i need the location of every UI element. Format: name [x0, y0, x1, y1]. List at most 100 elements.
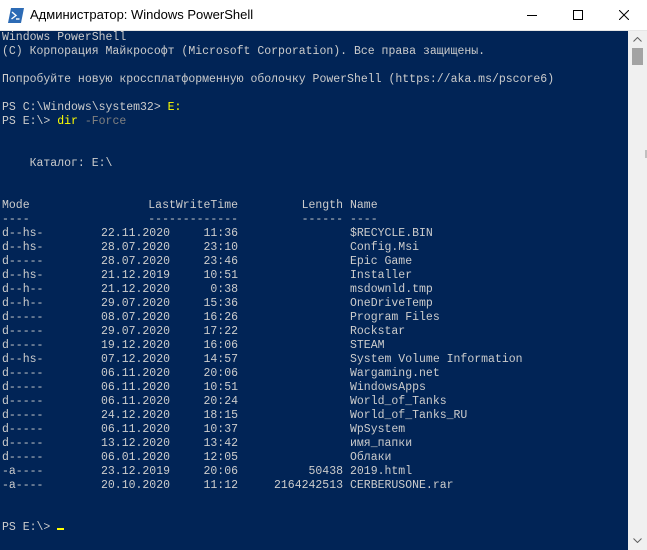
entry-time: 14:57 [203, 353, 238, 366]
separator-length: ------ [301, 213, 343, 226]
entry-date: 13.12.2020 [100, 437, 170, 450]
scroll-down-button[interactable] [628, 533, 647, 550]
directory-label: Каталог: E:\ [2, 157, 113, 170]
vertical-scrollbar[interactable] [628, 31, 647, 550]
entry-time: 23:46 [203, 255, 238, 268]
command-argument: -Force [77, 115, 127, 128]
entry-length [238, 255, 343, 269]
minimize-button[interactable] [509, 0, 555, 30]
entry-time: 20:06 [203, 367, 238, 380]
entry-length: 50438 [308, 465, 343, 478]
entry-mode: d----- [2, 451, 44, 464]
entry-length [238, 437, 343, 451]
entry-date: 29.07.2020 [100, 325, 170, 338]
maximize-button[interactable] [555, 0, 601, 30]
prompt: PS E:\> [2, 115, 58, 128]
scroll-thumb[interactable] [632, 48, 643, 65]
entry-time: 12:05 [203, 451, 238, 464]
entry-date: 06.11.2020 [100, 423, 170, 436]
powershell-icon [8, 8, 24, 23]
entry-name: STEAM [350, 339, 385, 352]
text-cursor [57, 528, 65, 530]
command-text: dir [57, 115, 78, 128]
close-icon [619, 10, 629, 20]
entry-mode: d----- [2, 381, 44, 394]
entry-mode: d--hs- [2, 241, 44, 254]
entry-mode: d--hs- [2, 227, 44, 240]
powershell-window: Администратор: Windows PowerShell Window… [0, 0, 647, 550]
entry-date: 21.12.2019 [100, 269, 170, 282]
entry-length [238, 311, 343, 325]
scroll-up-button[interactable] [628, 31, 647, 48]
entry-mode: d----- [2, 423, 44, 436]
prompt: PS C:\Windows\system32> [2, 101, 168, 114]
entry-name: Config.Msi [350, 241, 420, 254]
title-bar[interactable]: Администратор: Windows PowerShell [0, 0, 647, 31]
entry-date: 29.07.2020 [100, 297, 170, 310]
entry-time: 16:26 [203, 311, 238, 324]
entry-length [238, 269, 343, 283]
entry-name: Installer [350, 269, 413, 282]
minimize-icon [527, 15, 537, 16]
entry-date: 06.11.2020 [100, 395, 170, 408]
entry-date: 06.11.2020 [100, 381, 170, 394]
close-button[interactable] [601, 0, 647, 30]
entry-date: 22.11.2020 [100, 227, 170, 240]
separator-name: ---- [350, 213, 378, 226]
banner-title: Windows PowerShell [2, 31, 127, 44]
entry-name: Program Files [350, 311, 440, 324]
entry-name: System Volume Information [350, 353, 523, 366]
entry-name: Wargaming.net [350, 367, 440, 380]
entry-name: WpSystem [350, 423, 406, 436]
entry-name: Облаки [350, 451, 392, 464]
maximize-icon [573, 10, 583, 20]
entry-mode: d----- [2, 255, 44, 268]
entry-length [238, 283, 343, 297]
current-prompt-line[interactable]: PS E:\> [2, 521, 65, 535]
separator-mode: ---- [2, 213, 30, 226]
entry-length [238, 451, 343, 465]
entry-time: 11:12 [203, 479, 238, 492]
window-title: Администратор: Windows PowerShell [30, 7, 254, 22]
entry-length [238, 381, 343, 395]
entry-length [238, 227, 343, 241]
entry-time: 23:10 [203, 241, 238, 254]
entry-time: 10:37 [203, 423, 238, 436]
entry-date: 07.12.2020 [100, 353, 170, 366]
entry-length [238, 395, 343, 409]
entry-name: имя_папки [350, 437, 413, 450]
entry-name: $RECYCLE.BIN [350, 227, 433, 240]
entry-date: 06.01.2020 [100, 451, 170, 464]
entry-mode: d--h-- [2, 283, 44, 296]
entry-name: World_of_Tanks [350, 395, 447, 408]
entry-date: 19.12.2020 [100, 339, 170, 352]
entry-mode: d--hs- [2, 269, 44, 282]
entry-time: 17:22 [203, 325, 238, 338]
entry-mode: d--hs- [2, 353, 44, 366]
entry-time: 0:38 [210, 283, 238, 296]
entry-date: 06.11.2020 [100, 367, 170, 380]
entry-length [238, 325, 343, 339]
entry-mode: d----- [2, 367, 44, 380]
entry-name: 2019.html [350, 465, 413, 478]
entry-time: 10:51 [203, 269, 238, 282]
banner-copyright: (C) Корпорация Майкрософт (Microsoft Cor… [2, 45, 486, 58]
entry-date: 28.07.2020 [100, 241, 170, 254]
entry-mode: d----- [2, 437, 44, 450]
header-lastwritetime: LastWriteTime [148, 199, 238, 212]
entry-date: 20.10.2020 [100, 479, 170, 492]
entry-length [238, 297, 343, 311]
entry-mode: d----- [2, 395, 44, 408]
entry-mode: d----- [2, 325, 44, 338]
entry-name: Rockstar [350, 325, 406, 338]
entry-mode: d----- [2, 311, 44, 324]
entry-mode: -a---- [2, 465, 44, 478]
entry-date: 21.12.2020 [100, 283, 170, 296]
entry-date: 24.12.2020 [100, 409, 170, 422]
entry-time: 15:36 [203, 297, 238, 310]
entry-length: 2164242513 [273, 479, 343, 492]
entry-name: OneDriveTemp [350, 297, 433, 310]
header-mode: Mode [2, 199, 30, 212]
header-name: Name [350, 199, 378, 212]
console-output[interactable]: Windows PowerShell (C) Корпорация Майкро… [0, 31, 628, 550]
